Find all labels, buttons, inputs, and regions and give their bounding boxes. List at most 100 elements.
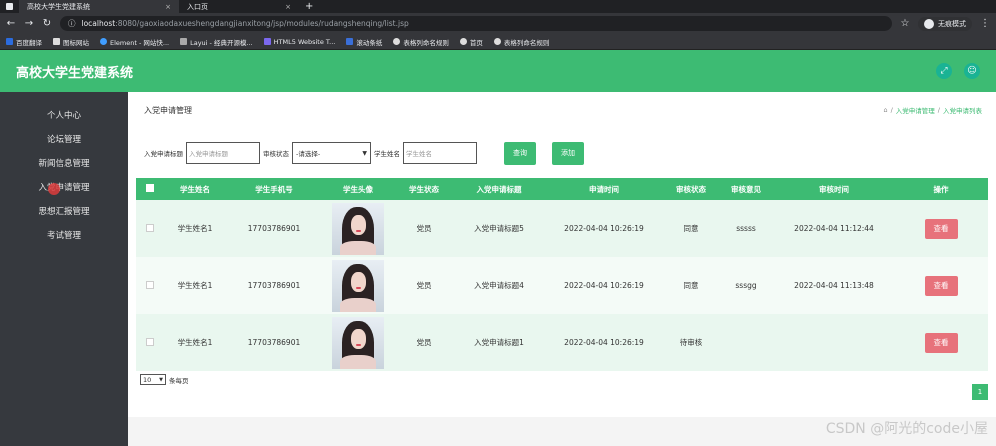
address-bar-row: ← → ↻ ⓘ localhost:8080/gaoxiaodaxuesheng…: [0, 13, 996, 34]
row-checkbox[interactable]: [146, 223, 154, 232]
select-all-checkbox[interactable]: [146, 184, 154, 192]
page-size-select[interactable]: 10 ▼: [140, 374, 166, 385]
bookmark-label: Layui - 经典开源模...: [190, 38, 253, 47]
breadcrumb-parent[interactable]: 入党申请管理: [896, 105, 935, 115]
table-row: 学生姓名1 17703786901 党员 入党申请标题4 2022-04-04 …: [136, 257, 988, 314]
bookmark-icon: [346, 38, 354, 45]
student-avatar: [332, 316, 384, 369]
student-phone-cell: 17703786901: [226, 314, 322, 371]
application-title-cell: 入党申请标题5: [454, 200, 544, 257]
new-tab-button[interactable]: +: [305, 1, 313, 12]
page-size-label: 条每页: [169, 376, 189, 385]
tab-title: 入口页: [187, 2, 208, 11]
column-header: 审核意见: [718, 178, 774, 200]
sidebar-item-news[interactable]: 新闻信息管理: [0, 151, 128, 175]
name-filter-label: 学生姓名: [374, 150, 400, 158]
apply-time-cell: 2022-04-04 10:26:19: [544, 257, 664, 314]
student-status-cell: 党员: [394, 314, 454, 371]
content-panel: 入党申请管理 ⌂ / 入党申请管理 / 入党申请列表 入党申请标题 入党申请标题…: [128, 92, 996, 417]
column-header: 学生状态: [394, 178, 454, 200]
student-name-cell: 学生姓名1: [164, 314, 226, 371]
main-content: 入党申请管理 ⌂ / 入党申请管理 / 入党申请列表 入党申请标题 入党申请标题…: [128, 92, 996, 446]
search-button[interactable]: 查询: [504, 141, 536, 165]
bookmark-item[interactable]: 表格列命名规则: [393, 37, 449, 47]
title-filter-label: 入党申请标题: [144, 150, 183, 158]
student-status-cell: 党员: [394, 200, 454, 257]
close-icon[interactable]: ×: [165, 3, 171, 11]
view-button[interactable]: 查看: [924, 332, 958, 353]
review-opinion-cell: sssgg: [718, 257, 774, 314]
review-status-cell: 同意: [664, 257, 718, 314]
row-checkbox[interactable]: [146, 280, 154, 289]
watermark: CSDN @阿光的code小屋: [825, 421, 988, 437]
apply-time-cell: 2022-04-04 10:26:19: [544, 314, 664, 371]
status-filter-select[interactable]: -请选择- ▼: [292, 142, 371, 164]
column-header: 学生手机号: [226, 178, 322, 200]
bookmark-icon: [6, 38, 13, 45]
url-field[interactable]: ⓘ localhost:8080/gaoxiaodaxueshengdangji…: [60, 16, 892, 31]
column-header: 操作: [894, 178, 988, 200]
home-icon[interactable]: ⌂: [883, 106, 887, 114]
sidebar-item-personal-center[interactable]: 个人中心: [0, 103, 128, 127]
title-filter-input[interactable]: 入党申请标题: [186, 142, 260, 164]
bookmark-icon: [100, 38, 107, 45]
view-button[interactable]: 查看: [924, 218, 958, 239]
table-row: 学生姓名1 17703786901 党员 入党申请标题1 2022-04-04 …: [136, 314, 988, 371]
bookmark-icon: [180, 38, 188, 45]
profile-button[interactable]: 无痕模式: [918, 16, 972, 31]
browser-menu-icon[interactable]: [6, 3, 13, 10]
breadcrumb-current: 入党申请列表: [943, 107, 982, 115]
status-filter-label: 审核状态: [263, 150, 289, 158]
column-header: 审核时间: [774, 178, 894, 200]
sidebar-item-exam[interactable]: 考试管理: [0, 223, 128, 247]
review-status-cell: 同意: [664, 200, 718, 257]
bookmark-item[interactable]: 首页: [459, 37, 483, 47]
student-phone-cell: 17703786901: [226, 200, 322, 257]
column-header: 学生姓名: [164, 178, 226, 200]
info-icon[interactable]: ⓘ: [68, 18, 76, 29]
bookmark-label: 图标网站: [63, 38, 89, 47]
back-icon[interactable]: ←: [6, 18, 16, 29]
bookmark-label: 百度翻译: [16, 38, 42, 47]
reload-icon[interactable]: ↻: [42, 18, 52, 29]
page-title: 入党申请管理: [144, 106, 192, 115]
bookmark-item[interactable]: Element - 网站快...: [100, 37, 169, 47]
sidebar-item-label: 入党申请管理: [38, 183, 90, 193]
sidebar-item-thought-report[interactable]: 思想汇报管理: [0, 199, 128, 223]
user-icon[interactable]: ☺: [964, 63, 980, 79]
bookmark-item[interactable]: Layui - 经典开源模...: [180, 37, 253, 47]
application-table: 学生姓名 学生手机号 学生头像 学生状态 入党申请标题 申请时间 审核状态 审核…: [136, 178, 988, 371]
browser-tab[interactable]: 入口页 ×: [179, 0, 299, 13]
bookmarks-bar: 百度翻译 图标网站 Element - 网站快... Layui - 经典开源模…: [0, 34, 996, 50]
sidebar-item-forum[interactable]: 论坛管理: [0, 127, 128, 151]
bookmark-label: 表格列命名规则: [403, 38, 449, 47]
chevron-down-icon: ▼: [362, 149, 367, 157]
student-name-cell: 学生姓名1: [164, 200, 226, 257]
review-opinion-cell: sssss: [718, 200, 774, 257]
bookmark-item[interactable]: 表格列命名规则: [493, 37, 550, 47]
bookmark-item[interactable]: HTML5 Website T...: [263, 38, 335, 46]
student-status-cell: 党员: [394, 257, 454, 314]
row-checkbox[interactable]: [146, 337, 154, 346]
select-all-header[interactable]: [136, 178, 164, 200]
bookmark-label: 表格列命名规则: [503, 38, 550, 47]
star-icon[interactable]: ☆: [900, 18, 910, 29]
sidebar-item-party-application[interactable]: 入党申请管理: [0, 175, 128, 199]
review-time-cell: 2022-04-04 11:13:48: [774, 257, 894, 314]
bookmark-item[interactable]: 滚动条纸: [346, 37, 382, 47]
fullscreen-icon[interactable]: ⤢: [936, 63, 952, 79]
add-button[interactable]: 添加: [552, 141, 584, 165]
filter-bar: 入党申请标题 入党申请标题 审核状态 -请选择- ▼ 学生姓名 学生姓名 查询 …: [144, 141, 584, 165]
close-icon[interactable]: ×: [285, 3, 291, 11]
view-button[interactable]: 查看: [924, 275, 958, 296]
status-filter-value: -请选择-: [296, 150, 321, 158]
app-header: 高校大学生党建系统 ⤢ ☺: [0, 50, 996, 92]
bookmark-item[interactable]: 百度翻译: [6, 37, 42, 47]
bookmark-item[interactable]: 图标网站: [53, 37, 89, 47]
browser-tab-active[interactable]: 高校大学生党建系统 ×: [19, 0, 179, 13]
page-size-control: 10 ▼ 条每页: [140, 374, 189, 385]
more-icon[interactable]: ⋮: [980, 18, 990, 29]
forward-icon[interactable]: →: [24, 18, 34, 29]
pagination-page-1[interactable]: 1: [972, 384, 988, 400]
name-filter-input[interactable]: 学生姓名: [403, 142, 477, 164]
